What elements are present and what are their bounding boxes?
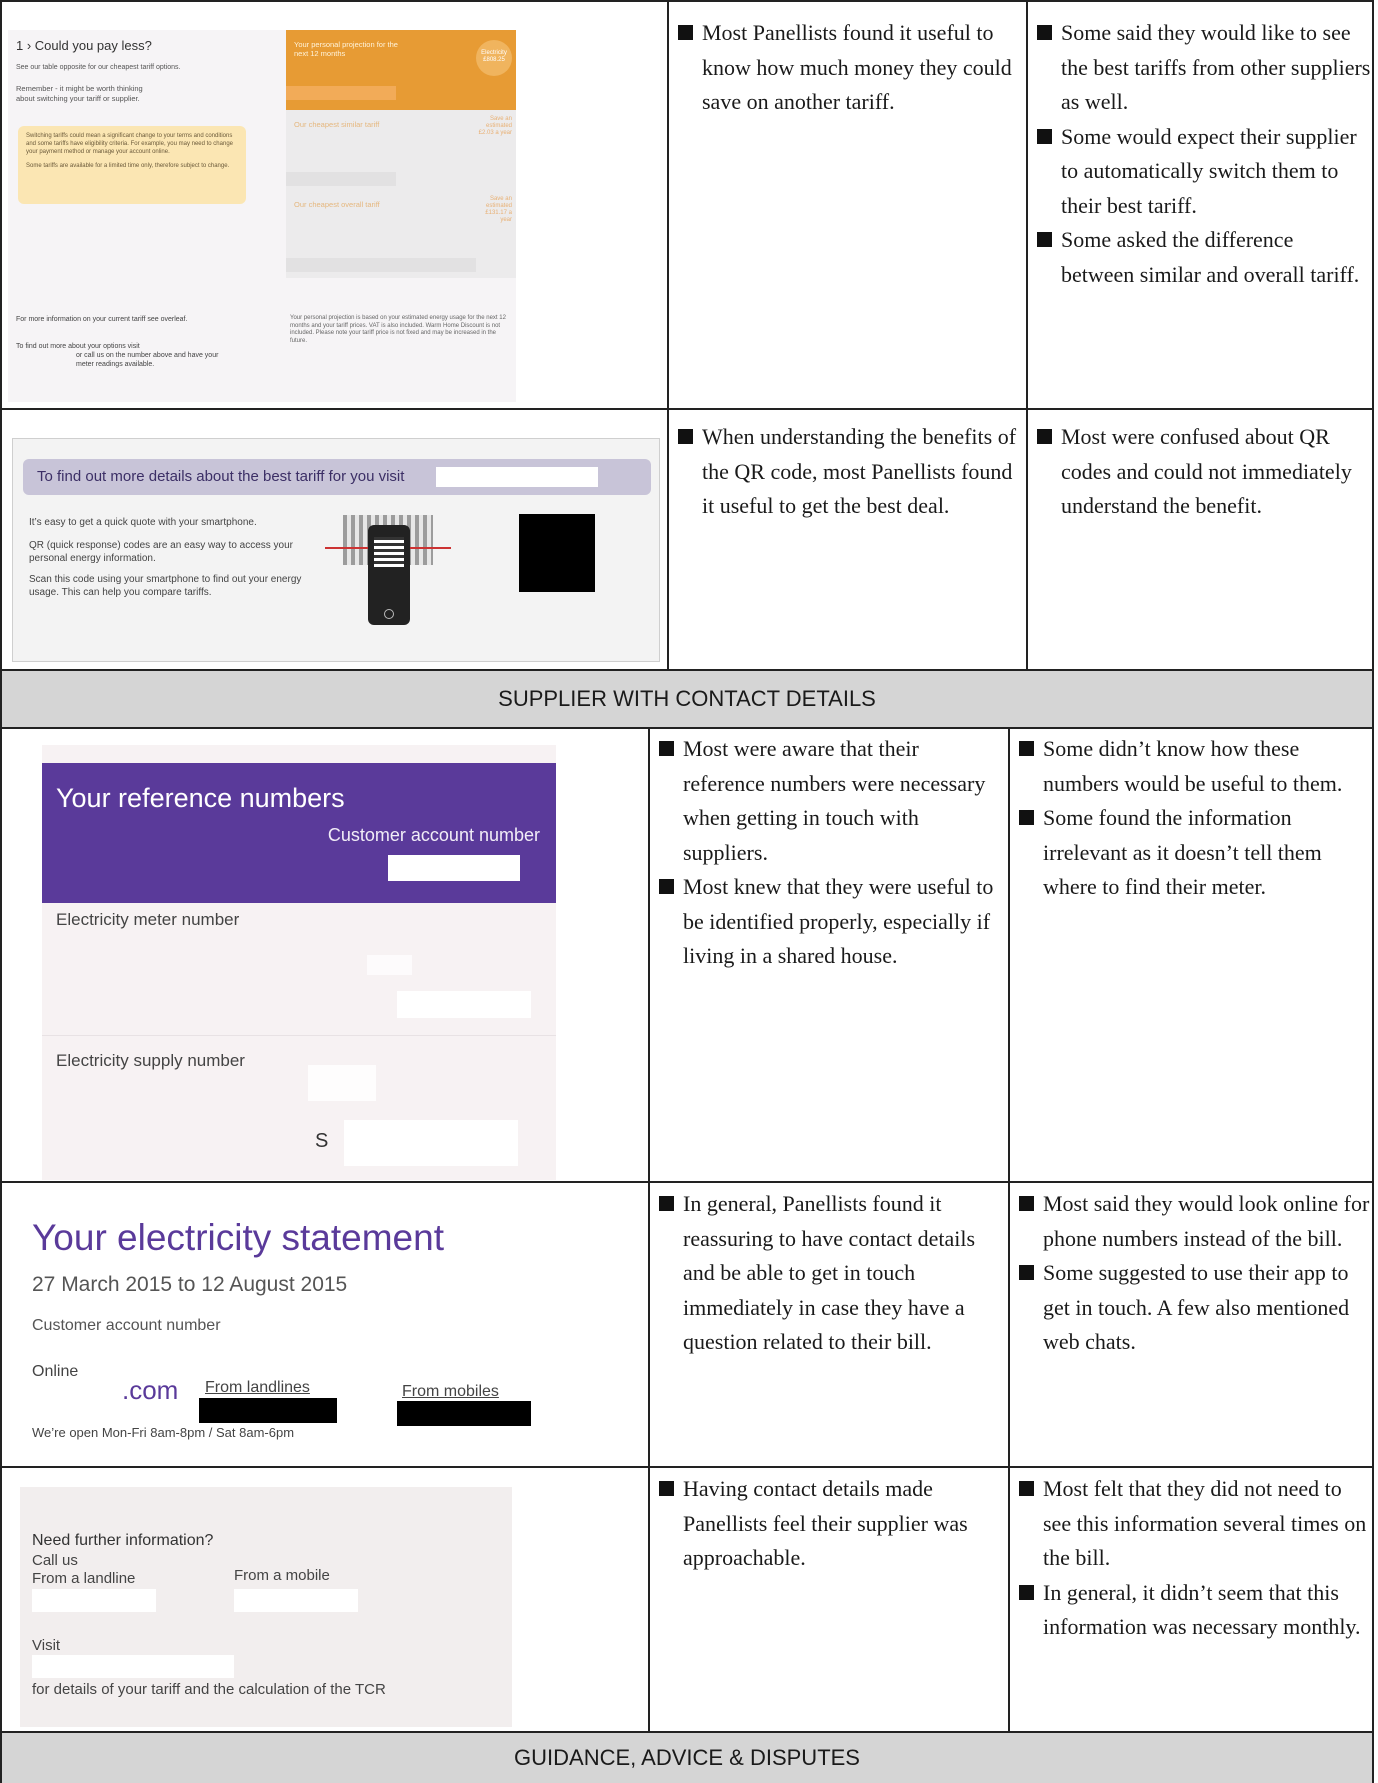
tariff-intro: See our table opposite for our cheapest …: [16, 64, 181, 71]
bill-extract-statement: Your electricity statement 27 March 2015…: [14, 1195, 534, 1455]
row3-negative-cell: Some didn’t know how these numbers would…: [1018, 732, 1370, 905]
supply-prefix: S: [315, 1130, 329, 1152]
list-item: When understanding the benefits of the Q…: [677, 420, 1022, 524]
list-item: Most said they would look online for pho…: [1018, 1187, 1370, 1256]
further-info-visit: Visit: [32, 1637, 61, 1654]
similar-tariff-panel: Our cheapest similar tariff Save an esti…: [286, 110, 516, 190]
row4-negative-cell: Most said they would look online for pho…: [1018, 1187, 1370, 1360]
statement-online-label: Online: [32, 1363, 79, 1380]
list-item: Some didn’t know how these numbers would…: [1018, 732, 1370, 801]
bill-extract-reference-numbers: Your reference numbers Customer account …: [42, 745, 556, 1180]
list-item: Some found the information irrelevant as…: [1018, 801, 1370, 905]
further-info-landline: From a landline: [32, 1570, 136, 1587]
qr-text-3: Scan this code using your smartphone to …: [29, 574, 302, 598]
list-item: Some asked the difference between simila…: [1036, 223, 1372, 292]
further-info-call: Call us: [32, 1552, 78, 1569]
further-info-details: for details of your tariff and the calcu…: [32, 1681, 386, 1698]
row2-negative-cell: Most were confused about QR codes and co…: [1036, 420, 1356, 524]
find-out-text: To find out more about your options visi…: [16, 343, 219, 368]
list-item: Having contact details made Panellists f…: [658, 1472, 1003, 1576]
reference-header: Your reference numbers Customer account …: [42, 763, 556, 903]
row2-positive-cell: When understanding the benefits of the Q…: [677, 420, 1022, 524]
statement-dates: 27 March 2015 to 12 August 2015: [32, 1273, 348, 1296]
statement-mobiles-label: From mobiles: [402, 1383, 499, 1400]
bill-extract-further-information: Need further information? Call us From a…: [20, 1487, 512, 1727]
list-item: In general, Panellists found it reassuri…: [658, 1187, 1003, 1360]
bill-extract-qr-code: To find out more details about the best …: [12, 438, 660, 662]
list-item: Some suggested to use their app to get i…: [1018, 1256, 1370, 1360]
list-item: In general, it didn’t seem that this inf…: [1018, 1576, 1370, 1645]
statement-landlines-label: From landlines: [205, 1379, 310, 1396]
row5-positive-cell: Having contact details made Panellists f…: [658, 1472, 1003, 1576]
qr-banner: To find out more details about the best …: [23, 459, 651, 495]
qr-code-redacted: [519, 514, 595, 592]
row1-negative-cell: Some said they would like to see the bes…: [1036, 16, 1372, 292]
section-header-guidance: GUIDANCE, ADVICE & DISPUTES: [0, 1732, 1374, 1783]
list-item: Most were aware that their reference num…: [658, 732, 1003, 870]
switching-callout: Switching tariffs could mean a significa…: [18, 126, 246, 204]
tariff-reminder: Remember - it might be worth thinking abo…: [16, 84, 143, 103]
list-item: Most knew that they were useful to be id…: [658, 870, 1003, 974]
projection-panel: Your personal projection for the next 12…: [286, 30, 516, 110]
list-item: Most felt that they did not need to see …: [1018, 1472, 1370, 1576]
supply-number-label: Electricity supply number: [56, 1051, 245, 1070]
projection-footnote: Your personal projection is based on you…: [290, 315, 506, 344]
statement-domain: .com: [122, 1375, 179, 1405]
qr-text-1: It’s easy to get a quick quote with your…: [29, 517, 257, 528]
meter-number-label: Electricity meter number: [56, 910, 240, 929]
row3-positive-cell: Most were aware that their reference num…: [658, 732, 1003, 974]
row1-positive-cell: Most Panellists found it useful to know …: [677, 16, 1022, 120]
section-header-supplier: SUPPLIER WITH CONTACT DETAILS: [0, 670, 1374, 727]
row5-negative-cell: Most felt that they did not need to see …: [1018, 1472, 1370, 1645]
tariff-heading: 1 › Could you pay less?: [16, 38, 152, 53]
list-item: Most were confused about QR codes and co…: [1036, 420, 1356, 524]
row4-positive-cell: In general, Panellists found it reassuri…: [658, 1187, 1003, 1360]
projection-badge: Electricity £808.25: [476, 40, 512, 76]
further-info-question: Need further information?: [32, 1532, 214, 1549]
list-item: Some said they would like to see the bes…: [1036, 16, 1372, 120]
further-info-mobile: From a mobile: [234, 1567, 330, 1584]
bill-extract-tariff-options: 1 › Could you pay less? See our table op…: [8, 30, 516, 402]
list-item: Most Panellists found it useful to know …: [677, 16, 1022, 120]
statement-hours: We’re open Mon-Fri 8am-8pm / Sat 8am-6pm: [32, 1425, 295, 1440]
more-info-text: For more information on your current tar…: [16, 316, 188, 323]
list-item: Some would expect their supplier to auto…: [1036, 120, 1372, 224]
statement-account-label: Customer account number: [32, 1317, 221, 1334]
overall-tariff-panel: Our cheapest overall tariff Save an esti…: [286, 190, 516, 278]
smartphone-qr-icon: [325, 515, 451, 625]
qr-text-2: QR (quick response) codes are an easy wa…: [29, 540, 294, 564]
statement-title: Your electricity statement: [32, 1217, 444, 1258]
